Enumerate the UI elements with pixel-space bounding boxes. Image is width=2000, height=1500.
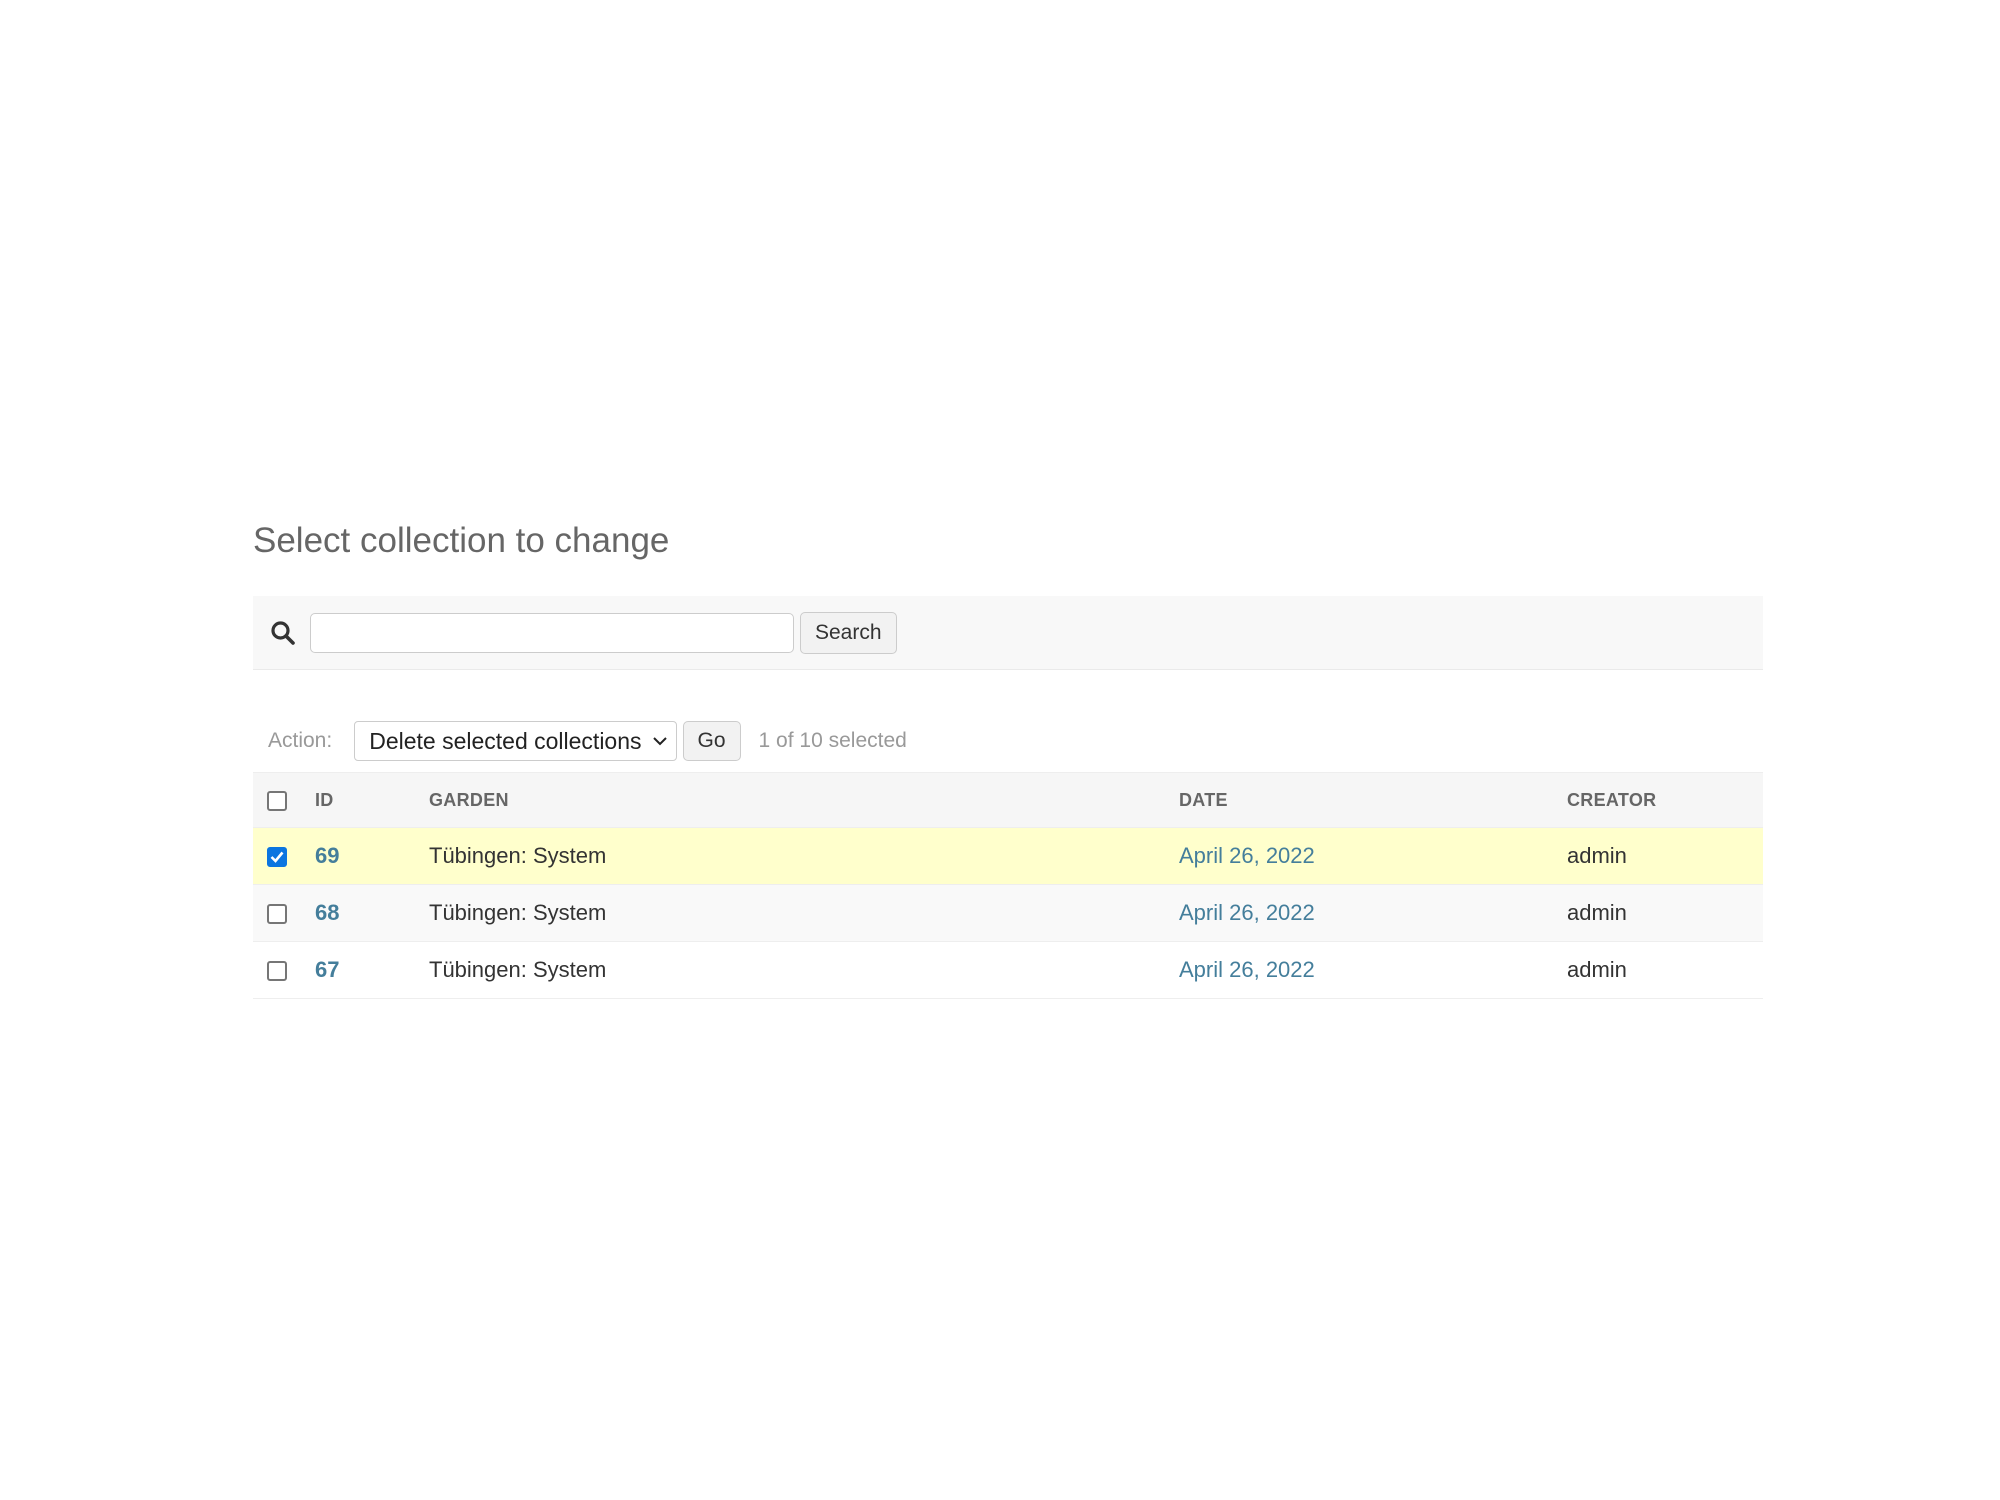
- row-checkbox[interactable]: [267, 847, 287, 868]
- id-cell: 67: [315, 941, 429, 999]
- row-date-link[interactable]: April 26, 2022: [1179, 957, 1315, 982]
- column-header-garden[interactable]: GARDEN: [429, 772, 1179, 828]
- go-button[interactable]: Go: [682, 721, 741, 761]
- date-cell: April 26, 2022: [1179, 884, 1567, 942]
- action-label: Action:: [268, 729, 333, 752]
- garden-cell: Tübingen: System: [429, 884, 1179, 942]
- id-cell: 69: [315, 827, 429, 885]
- changelist-content: Select collection to change Search Actio…: [253, 515, 1763, 999]
- row-id-link[interactable]: 68: [315, 900, 339, 925]
- results-table: ID GARDEN DATE CREATOR 69 Tübingen: Syst…: [253, 772, 1763, 999]
- row-checkbox[interactable]: [267, 961, 287, 982]
- table-row: 68 Tübingen: System April 26, 2022 admin: [253, 884, 1763, 942]
- garden-cell: Tübingen: System: [429, 827, 1179, 885]
- creator-cell: admin: [1567, 884, 1763, 942]
- row-checkbox[interactable]: [267, 904, 287, 925]
- page-title: Select collection to change: [253, 521, 670, 560]
- search-icon: [266, 616, 300, 650]
- row-checkbox-cell: [253, 941, 315, 999]
- row-id-link[interactable]: 67: [315, 957, 339, 982]
- action-select[interactable]: Delete selected collections: [354, 721, 677, 761]
- date-cell: April 26, 2022: [1179, 827, 1567, 885]
- search-toolbar: Search: [253, 596, 1763, 670]
- row-date-link[interactable]: April 26, 2022: [1179, 900, 1315, 925]
- table-row: 67 Tübingen: System April 26, 2022 admin: [253, 941, 1763, 999]
- select-all-checkbox[interactable]: [267, 790, 287, 811]
- column-header-date[interactable]: DATE: [1179, 772, 1567, 828]
- creator-cell: admin: [1567, 827, 1763, 885]
- date-cell: April 26, 2022: [1179, 941, 1567, 999]
- garden-cell: Tübingen: System: [429, 941, 1179, 999]
- actions-bar: Action: Delete selected collections Go 1…: [253, 710, 1763, 772]
- column-header-creator[interactable]: CREATOR: [1567, 772, 1763, 828]
- search-button[interactable]: Search: [800, 611, 897, 654]
- row-id-link[interactable]: 69: [315, 843, 339, 868]
- id-cell: 68: [315, 884, 429, 942]
- table-row: 69 Tübingen: System April 26, 2022 admin: [253, 827, 1763, 885]
- row-checkbox-cell: [253, 884, 315, 942]
- chevron-down-icon: [652, 736, 668, 746]
- row-date-link[interactable]: April 26, 2022: [1179, 843, 1315, 868]
- selection-counter: 1 of 10 selected: [758, 729, 907, 752]
- table-header-row: ID GARDEN DATE CREATOR: [253, 772, 1763, 828]
- creator-cell: admin: [1567, 941, 1763, 999]
- select-all-cell: [253, 772, 315, 828]
- action-select-value: Delete selected collections: [369, 727, 642, 754]
- column-header-id[interactable]: ID: [315, 772, 429, 828]
- search-input[interactable]: [310, 612, 794, 653]
- row-checkbox-cell: [253, 827, 315, 885]
